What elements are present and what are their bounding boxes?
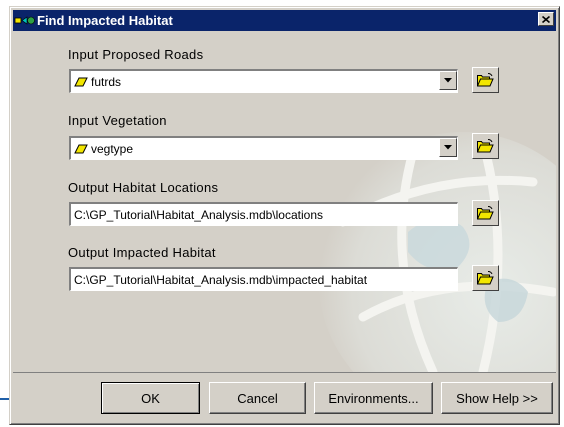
open-folder-icon [477, 271, 494, 285]
ok-button[interactable]: OK [101, 382, 200, 414]
polygon-layer-icon [74, 77, 88, 86]
input-proposed-roads-dropdown[interactable]: futrds [69, 69, 458, 93]
close-icon [542, 15, 550, 23]
browse-button[interactable] [472, 67, 499, 93]
browse-button[interactable] [472, 133, 499, 159]
cancel-button[interactable]: Cancel [209, 382, 306, 414]
environments-button[interactable]: Environments... [314, 382, 433, 414]
open-folder-icon [477, 139, 494, 153]
show-help-button[interactable]: Show Help >> [441, 382, 553, 414]
model-tool-icon [14, 15, 35, 25]
input-vegetation-dropdown[interactable]: vegtype [69, 136, 458, 160]
open-folder-icon [477, 73, 494, 87]
output-habitat-locations-label: Output Habitat Locations [68, 180, 219, 195]
dialog-title: Find Impacted Habitat [37, 13, 173, 28]
dropdown-button[interactable] [439, 71, 457, 90]
output-habitat-locations-field[interactable]: C:\GP_Tutorial\Habitat_Analysis.mdb\loca… [69, 202, 458, 226]
close-button[interactable] [538, 12, 554, 26]
down-arrow-icon [444, 145, 452, 150]
dialog-content: Input Proposed Roads futrds Input Vegeta… [13, 32, 556, 373]
down-arrow-icon [444, 78, 452, 83]
polygon-layer-icon [74, 144, 88, 153]
output-impacted-habitat-label: Output Impacted Habitat [68, 245, 216, 260]
browse-button[interactable] [472, 265, 499, 291]
dropdown-button[interactable] [439, 138, 457, 157]
output-habitat-locations-value: C:\GP_Tutorial\Habitat_Analysis.mdb\loca… [74, 207, 323, 222]
input-proposed-roads-value: futrds [91, 74, 122, 89]
browse-button[interactable] [472, 200, 499, 226]
output-impacted-habitat-field[interactable]: C:\GP_Tutorial\Habitat_Analysis.mdb\impa… [69, 267, 458, 291]
find-impacted-habitat-dialog: Find Impacted Habitat Input Proposed Roa… [9, 6, 560, 425]
input-proposed-roads-label: Input Proposed Roads [68, 47, 204, 62]
output-impacted-habitat-value: C:\GP_Tutorial\Habitat_Analysis.mdb\impa… [74, 272, 368, 287]
title-bar[interactable]: Find Impacted Habitat [13, 10, 556, 31]
input-vegetation-label: Input Vegetation [68, 113, 167, 128]
input-vegetation-value: vegtype [91, 141, 134, 156]
open-folder-icon [477, 206, 494, 220]
